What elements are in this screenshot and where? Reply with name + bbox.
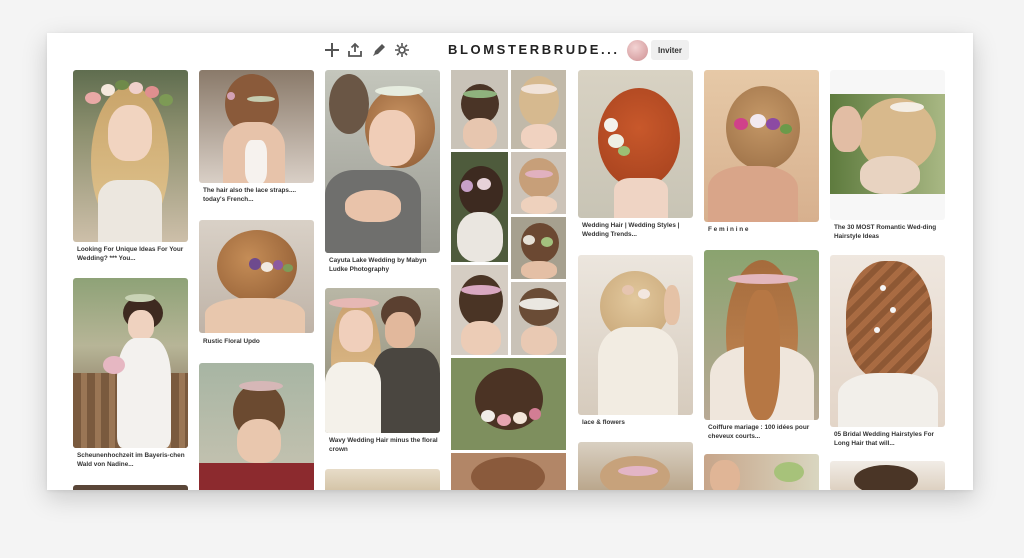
organize-icon[interactable] <box>393 41 411 59</box>
pin-image[interactable] <box>325 469 440 490</box>
pin-caption: The hair also the lace straps.... today'… <box>203 187 297 203</box>
pin-image[interactable] <box>704 454 819 490</box>
pin-caption: F e m i n i n e <box>708 226 749 233</box>
plus-icon[interactable] <box>323 41 341 59</box>
pin-caption: 05 Bridal Wedding Hairstyles For Long Ha… <box>834 431 935 447</box>
pin-image-collage[interactable] <box>451 70 566 490</box>
pin-image[interactable] <box>830 461 945 490</box>
pin-caption: Wedding Hair | Wedding Styles | Wedding … <box>582 222 680 238</box>
pin-image[interactable] <box>578 442 693 490</box>
pin-caption: Coiffure mariage : 100 idées pour cheveu… <box>708 424 810 440</box>
board-title: BLOMSTERBRUDE... <box>448 42 620 57</box>
pin-image[interactable] <box>199 363 314 490</box>
pin-image[interactable] <box>325 288 440 433</box>
pin-caption: Rustic Floral Updo <box>203 338 260 345</box>
pin-image[interactable] <box>73 278 188 448</box>
invite-button[interactable]: Inviter <box>651 40 689 60</box>
pin-image[interactable] <box>325 70 440 253</box>
pin-image[interactable] <box>199 70 314 183</box>
pin-caption: Scheunenhochzeit im Bayeris-chen Wald vo… <box>77 452 185 468</box>
board-toolbar: BLOMSTERBRUDE... Inviter <box>47 33 973 67</box>
pin-image[interactable] <box>704 250 819 420</box>
pin-caption: Cayuta Lake Wedding by Mabyn Ludke Photo… <box>329 257 427 273</box>
pin-image[interactable] <box>578 70 693 218</box>
pin-image[interactable] <box>830 70 945 220</box>
pin-caption: Looking For Unique Ideas For Your Weddin… <box>77 246 184 262</box>
edit-icon[interactable] <box>370 41 388 59</box>
pin-caption: The 30 MOST Romantic Wed-ding Hairstyle … <box>834 224 937 240</box>
pin-caption: lace & flowers <box>582 419 625 426</box>
pin-image[interactable] <box>578 255 693 415</box>
share-icon[interactable] <box>346 41 364 59</box>
pinterest-board-window: BLOMSTERBRUDE... Inviter Looking For Uni… <box>47 33 973 490</box>
pin-image[interactable] <box>73 70 188 242</box>
pin-image[interactable] <box>704 70 819 222</box>
avatar[interactable] <box>627 40 648 61</box>
pin-image[interactable] <box>830 255 945 427</box>
pin-image[interactable] <box>199 220 314 333</box>
pin-card[interactable] <box>451 70 566 490</box>
pin-caption: Wavy Wedding Hair minus the floral crown <box>329 437 438 453</box>
pin-image[interactable] <box>73 485 188 490</box>
